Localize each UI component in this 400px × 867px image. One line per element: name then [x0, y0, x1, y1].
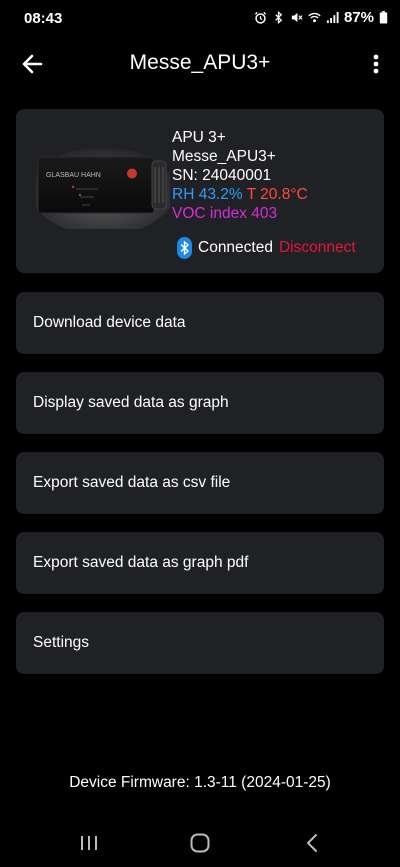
recent-apps-icon[interactable]: [76, 831, 102, 855]
device-model: APU 3+: [172, 129, 226, 146]
home-icon[interactable]: [187, 831, 213, 855]
battery-icon: [379, 11, 388, 24]
voc-index-value: VOC index 403: [172, 205, 278, 222]
status-icons: 87%: [254, 9, 388, 26]
bluetooth-icon: [177, 237, 192, 259]
device-brand-text: GLASBAU HAHN: [46, 172, 101, 179]
sensor-readings: RH 43.2% T 20.8°C: [172, 185, 308, 204]
battery-percent: 87%: [343, 9, 374, 26]
menu-item-label: Display saved data as graph: [33, 394, 229, 411]
device-card: GLASBAU HAHN APU 3+ Messe_APU3+ SN: 2404…: [16, 109, 384, 273]
export-pdf-button[interactable]: Export saved data as graph pdf: [16, 532, 384, 594]
firmware-version: Device Firmware: 1.3-11 (2024-01-25): [69, 774, 331, 791]
signal-icon: [326, 11, 339, 24]
humidity-value: RH 43.2%: [172, 186, 243, 203]
connection-status: Connected: [198, 239, 273, 256]
device-serial: SN: 24040001: [172, 167, 272, 184]
status-time: 08:43: [24, 10, 63, 27]
back-nav-icon[interactable]: [299, 831, 325, 855]
alarm-icon: [254, 11, 267, 24]
device-info: APU 3+ Messe_APU3+ SN: 24040001 RH 43.2%…: [172, 128, 308, 223]
more-vert-icon[interactable]: [364, 49, 388, 79]
export-csv-button[interactable]: Export saved data as csv file: [16, 452, 384, 514]
page-title: Messe_APU3+: [129, 51, 271, 74]
display-graph-button[interactable]: Display saved data as graph: [16, 372, 384, 434]
device-name: Messe_APU3+: [172, 148, 276, 165]
menu-item-label: Export saved data as csv file: [33, 474, 231, 491]
bluetooth-icon: [275, 11, 283, 24]
menu-item-label: Download device data: [33, 314, 186, 331]
download-device-data-button[interactable]: Download device data: [16, 292, 384, 354]
wifi-icon: [308, 12, 321, 23]
temperature-value: T 20.8°C: [246, 186, 308, 203]
app-bar: Messe_APU3+: [0, 36, 400, 92]
connection-row: Connected Disconnect: [177, 237, 356, 259]
status-bar: 08:43 87%: [0, 0, 400, 36]
navigation-bar: [0, 819, 400, 867]
menu-item-label: Export saved data as graph pdf: [33, 554, 249, 571]
settings-button[interactable]: Settings: [16, 612, 384, 674]
device-image: GLASBAU HAHN: [36, 149, 170, 229]
mute-icon: [291, 12, 303, 23]
disconnect-button[interactable]: Disconnect: [279, 239, 356, 257]
menu-item-label: Settings: [33, 634, 90, 651]
